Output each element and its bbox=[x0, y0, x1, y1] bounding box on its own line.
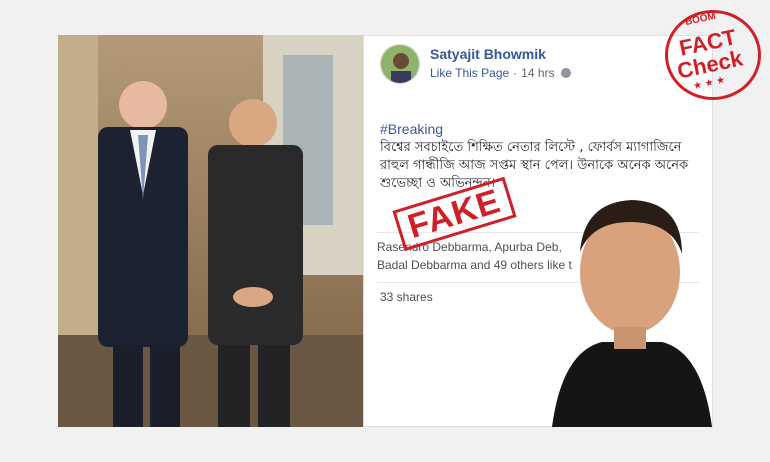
shares-count[interactable]: 33 shares bbox=[380, 290, 433, 304]
post-meta: Like This Page · 14 hrs bbox=[430, 66, 571, 80]
post-time[interactable]: 14 hrs bbox=[521, 66, 554, 80]
author-avatar[interactable] bbox=[380, 44, 420, 84]
portrait-cutout bbox=[532, 182, 712, 427]
globe-icon bbox=[560, 68, 571, 78]
hashtag-link[interactable]: #Breaking bbox=[380, 121, 443, 137]
fact-check-logo: BOOM FACT Check ★ ★ ★ bbox=[665, 4, 765, 102]
photo-two-men bbox=[58, 35, 363, 427]
author-name[interactable]: Satyajit Bhowmik bbox=[430, 46, 546, 62]
meta-separator: · bbox=[513, 66, 518, 80]
like-page-link[interactable]: Like This Page bbox=[430, 66, 509, 80]
